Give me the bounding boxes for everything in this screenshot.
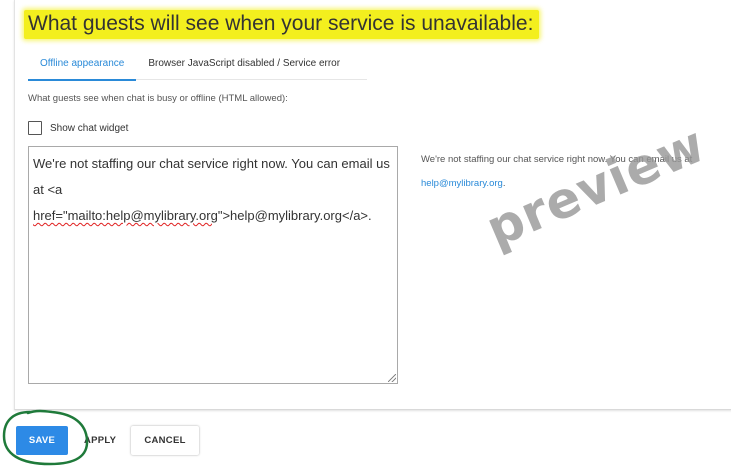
show-widget-row[interactable]: Show chat widget	[28, 121, 128, 135]
editor-line-2-suffix: ">help@mylibrary.org</a>.	[217, 208, 372, 223]
show-widget-label: Show chat widget	[50, 122, 129, 134]
tab-javascript-disabled[interactable]: Browser JavaScript disabled / Service er…	[136, 45, 352, 79]
action-bar: SAVE APPLY CANCEL	[16, 426, 199, 455]
cancel-button[interactable]: CANCEL	[131, 426, 199, 455]
editor-line-2-prefix: at <a	[33, 182, 63, 197]
offline-message-label: What guests see when chat is busy or off…	[28, 93, 288, 104]
save-button[interactable]: SAVE	[16, 426, 68, 455]
spellcheck-underline: href="mailto:help@mylibrary.org	[33, 208, 218, 223]
editor-line-2: at <a href="mailto:help@mylibrary.org">h…	[33, 177, 393, 229]
editor-line-1: We're not staffing our chat service righ…	[33, 156, 390, 171]
apply-button[interactable]: APPLY	[71, 426, 130, 455]
resize-handle-icon[interactable]	[388, 374, 396, 382]
tab-offline-appearance[interactable]: Offline appearance	[28, 45, 137, 81]
preview-trailing: .	[502, 178, 506, 189]
offline-message-textarea[interactable]: We're not staffing our chat service righ…	[28, 146, 398, 384]
show-widget-checkbox[interactable]	[28, 121, 42, 135]
preview-email-link[interactable]: help@mylibrary.org	[421, 178, 503, 189]
tab-bar: Offline appearance Browser JavaScript di…	[28, 45, 367, 81]
page-heading: What guests will see when your service i…	[24, 10, 540, 39]
